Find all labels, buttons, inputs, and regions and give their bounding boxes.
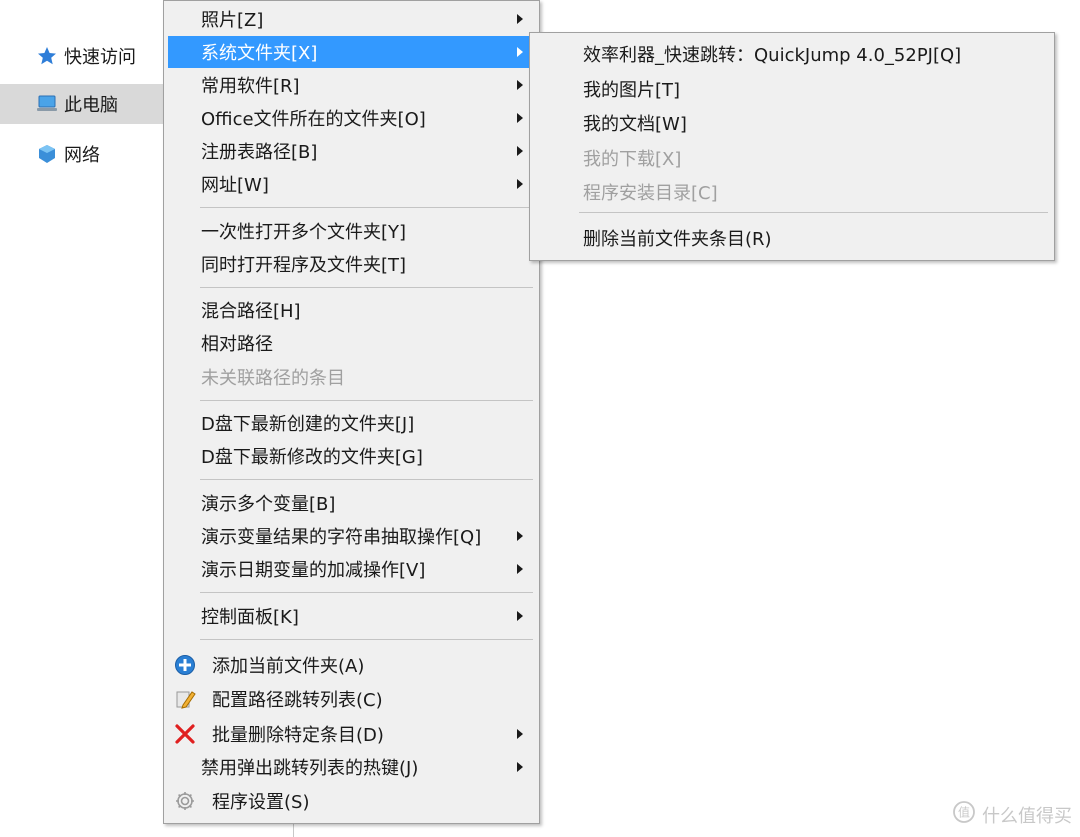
submenu-arrow-icon	[517, 80, 523, 90]
menu-item-open-program-and-folder[interactable]: 同时打开程序及文件夹[T]	[168, 248, 533, 280]
network-icon	[36, 143, 58, 165]
star-pin-icon	[36, 45, 58, 67]
nav-item-label: 快速访问	[64, 47, 136, 68]
menu-item-unlinked-items: 未关联路径的条目	[201, 368, 345, 389]
computer-icon	[36, 93, 58, 115]
menu-item-office-folder[interactable]: Office文件所在的文件夹[O]	[168, 102, 533, 134]
menu-item-demo-vars[interactable]: 演示多个变量[B]	[168, 487, 533, 519]
menu-separator	[200, 592, 533, 593]
submenu-arrow-icon	[517, 531, 523, 541]
submenu-arrow-icon	[517, 179, 523, 189]
menu-separator	[200, 287, 533, 288]
submenu-item-quickjump[interactable]: 效率利器_快速跳转：QuickJump 4.0_52PJ[Q]	[534, 38, 1048, 70]
menu-item-photos[interactable]: 照片[Z]	[168, 3, 533, 35]
submenu-arrow-icon	[517, 729, 523, 739]
menu-separator	[200, 639, 533, 640]
submenu-item-my-pictures[interactable]: 我的图片[T]	[534, 73, 1048, 105]
menu-item-common-software[interactable]: 常用软件[R]	[168, 69, 533, 101]
menu-item-d-newest-created[interactable]: D盘下最新创建的文件夹[J]	[168, 407, 533, 439]
submenu-item-delete-entry[interactable]: 删除当前文件夹条目(R)	[534, 222, 1048, 254]
delete-x-icon	[173, 722, 197, 746]
context-menu: 照片[Z] 系统文件夹[X] 常用软件[R] Office文件所在的文件夹[O]…	[163, 0, 540, 824]
watermark: 值 什么值得买	[952, 800, 1072, 829]
menu-separator	[579, 212, 1048, 213]
submenu-arrow-icon	[517, 611, 523, 621]
menu-item-mixed-path[interactable]: 混合路径[H]	[168, 294, 533, 326]
menu-item-add-current[interactable]: 添加当前文件夹(A)	[168, 649, 533, 681]
gear-icon	[173, 789, 197, 813]
system-folders-submenu: 效率利器_快速跳转：QuickJump 4.0_52PJ[Q] 我的图片[T] …	[529, 32, 1055, 261]
menu-item-registry-path[interactable]: 注册表路径[B]	[168, 135, 533, 167]
svg-text:值: 值	[958, 805, 970, 820]
nav-item-label: 网络	[64, 145, 100, 166]
edit-pencil-icon	[173, 687, 197, 711]
menu-item-demo-date-math[interactable]: 演示日期变量的加减操作[V]	[168, 553, 533, 585]
add-circle-icon	[173, 653, 197, 677]
menu-item-batch-delete[interactable]: 批量删除特定条目(D)	[168, 718, 533, 750]
submenu-item-my-documents[interactable]: 我的文档[W]	[534, 107, 1048, 139]
menu-item-url[interactable]: 网址[W]	[168, 168, 533, 200]
watermark-text: 什么值得买	[982, 805, 1072, 827]
menu-separator	[200, 479, 533, 480]
smzdm-logo-icon: 值	[952, 800, 976, 829]
menu-item-disable-hotkey[interactable]: 禁用弹出跳转列表的热键(J)	[168, 751, 533, 783]
menu-separator	[200, 207, 533, 208]
submenu-item-my-downloads: 我的下载[X]	[583, 149, 682, 170]
menu-item-d-newest-modified[interactable]: D盘下最新修改的文件夹[G]	[168, 440, 533, 472]
menu-item-open-multiple[interactable]: 一次性打开多个文件夹[Y]	[168, 215, 533, 247]
submenu-arrow-icon	[517, 47, 523, 57]
nav-item-quick-access[interactable]: 快速访问	[0, 36, 163, 76]
submenu-arrow-icon	[517, 113, 523, 123]
submenu-arrow-icon	[517, 762, 523, 772]
nav-item-this-pc[interactable]: 此电脑	[0, 84, 163, 124]
submenu-arrow-icon	[517, 14, 523, 24]
submenu-arrow-icon	[517, 146, 523, 156]
menu-separator	[200, 400, 533, 401]
menu-item-system-folders[interactable]: 系统文件夹[X]	[168, 36, 533, 68]
menu-item-relative-path[interactable]: 相对路径	[168, 327, 533, 359]
nav-item-network[interactable]: 网络	[0, 134, 163, 174]
nav-item-label: 此电脑	[64, 95, 118, 116]
menu-item-control-panel[interactable]: 控制面板[K]	[168, 600, 533, 632]
menu-item-config-list[interactable]: 配置路径跳转列表(C)	[168, 683, 533, 715]
menu-item-settings[interactable]: 程序设置(S)	[168, 785, 533, 817]
submenu-item-program-dir: 程序安装目录[C]	[583, 183, 718, 204]
menu-item-demo-string-extract[interactable]: 演示变量结果的字符串抽取操作[Q]	[168, 520, 533, 552]
submenu-arrow-icon	[517, 564, 523, 574]
